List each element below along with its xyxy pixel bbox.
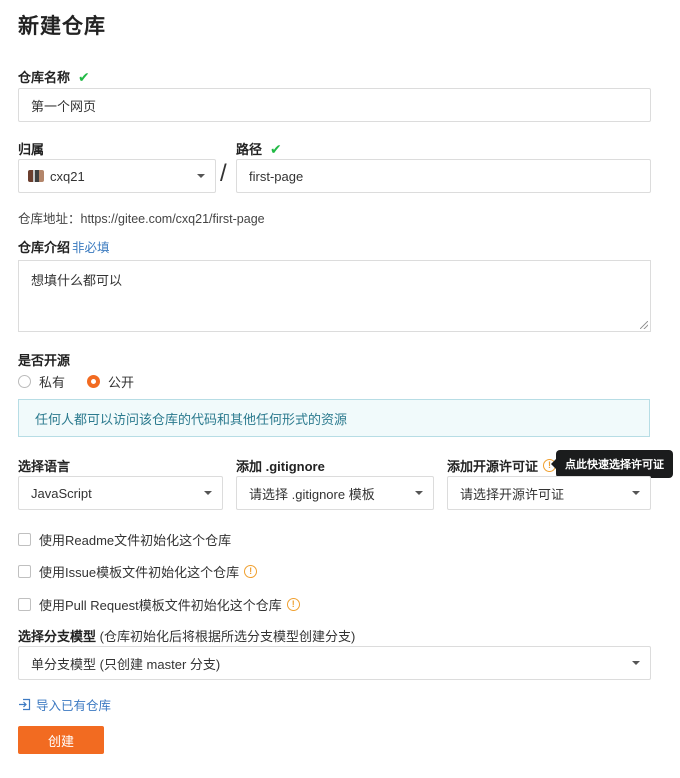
init-pr-checkbox[interactable]: 使用Pull Request模板文件初始化这个仓库 !: [18, 595, 300, 614]
radio-private[interactable]: 私有: [18, 372, 65, 391]
open-source-label: 是否开源: [18, 353, 71, 368]
init-readme-checkbox[interactable]: 使用Readme文件初始化这个仓库: [18, 530, 231, 549]
repo-name-label-text: 仓库名称: [18, 70, 71, 85]
checkbox-box[interactable]: [18, 565, 31, 578]
description-label-text: 仓库介绍: [18, 240, 71, 255]
page-title: 新建仓库: [18, 15, 106, 38]
checkbox-box[interactable]: [18, 598, 31, 611]
repo-name-value: 第一个网页: [31, 98, 97, 114]
description-textarea[interactable]: 想填什么都可以: [18, 260, 651, 332]
repo-name-label: 仓库名称 ✔: [18, 67, 90, 86]
description-value: 想填什么都可以: [31, 273, 123, 288]
visibility-notice: 任何人都可以访问该仓库的代码和其他任何形式的资源: [18, 399, 650, 437]
open-source-radio-group: 私有 公开: [18, 372, 152, 391]
language-label: 选择语言: [18, 459, 71, 474]
branch-model-label: 选择分支模型 (仓库初始化后将根据所选分支模型创建分支): [18, 626, 355, 645]
info-icon[interactable]: !: [286, 598, 300, 611]
description-label: 仓库介绍 非必填: [18, 237, 110, 256]
optional-hint: 非必填: [72, 241, 110, 255]
branch-model-value: 单分支模型 (只创建 master 分支): [31, 656, 221, 672]
radio-public-label: 公开: [108, 375, 135, 390]
path-value: first-page: [249, 168, 304, 184]
repo-address: 仓库地址：https://gitee.com/cxq21/first-page: [18, 212, 265, 226]
avatar: [28, 170, 44, 182]
gitignore-value: 请选择 .gitignore 模板: [249, 486, 375, 502]
chevron-down-icon: [632, 491, 640, 495]
license-tooltip-text: 点此快速选择许可证: [565, 459, 664, 471]
checkbox-box[interactable]: [18, 533, 31, 546]
init-pr-label: 使用Pull Request模板文件初始化这个仓库: [39, 598, 282, 613]
check-icon: ✔: [270, 141, 282, 157]
import-icon: [19, 698, 31, 711]
chevron-down-icon: [632, 661, 640, 665]
chevron-down-icon: [415, 491, 423, 495]
repo-name-input[interactable]: 第一个网页: [18, 88, 651, 122]
gitignore-label: 添加 .gitignore: [236, 459, 325, 474]
license-label-text: 添加开源许可证: [447, 459, 539, 474]
path-separator: /: [220, 160, 227, 187]
radio-private-label: 私有: [39, 375, 66, 390]
language-select[interactable]: JavaScript: [18, 476, 223, 510]
owner-value: cxq21: [50, 168, 85, 184]
branch-model-select[interactable]: 单分支模型 (只创建 master 分支): [18, 646, 651, 680]
branch-model-label-text: 选择分支模型: [18, 629, 97, 644]
info-icon[interactable]: !: [244, 565, 258, 578]
init-readme-label: 使用Readme文件初始化这个仓库: [39, 533, 232, 548]
license-select[interactable]: 请选择开源许可证: [447, 476, 651, 510]
import-repo-link[interactable]: 导入已有仓库: [18, 695, 111, 714]
gitignore-select[interactable]: 请选择 .gitignore 模板: [236, 476, 434, 510]
branch-model-note: (仓库初始化后将根据所选分支模型创建分支): [99, 629, 356, 644]
init-issue-label: 使用Issue模板文件初始化这个仓库: [39, 565, 240, 580]
import-repo-label: 导入已有仓库: [36, 699, 112, 713]
chevron-down-icon: [197, 174, 205, 178]
owner-select[interactable]: cxq21: [18, 159, 216, 193]
check-icon: ✔: [78, 69, 90, 85]
radio-public[interactable]: 公开: [87, 372, 134, 391]
radio-public-dot[interactable]: [87, 375, 101, 388]
path-input[interactable]: first-page: [236, 159, 651, 193]
path-label: 路径 ✔: [236, 139, 282, 158]
license-label: 添加开源许可证!: [447, 456, 557, 475]
owner-label: 归属: [18, 142, 45, 157]
radio-private-dot[interactable]: [18, 375, 31, 388]
visibility-notice-text: 任何人都可以访问该仓库的代码和其他任何形式的资源: [35, 411, 348, 427]
init-issue-checkbox[interactable]: 使用Issue模板文件初始化这个仓库 !: [18, 562, 258, 581]
language-value: JavaScript: [31, 485, 92, 501]
resize-handle-icon[interactable]: [640, 321, 648, 329]
chevron-down-icon: [204, 491, 212, 495]
license-tooltip: 点此快速选择许可证: [551, 450, 673, 478]
license-value: 请选择开源许可证: [460, 486, 565, 502]
path-label-text: 路径: [236, 142, 263, 157]
create-button[interactable]: 创建: [18, 726, 104, 754]
